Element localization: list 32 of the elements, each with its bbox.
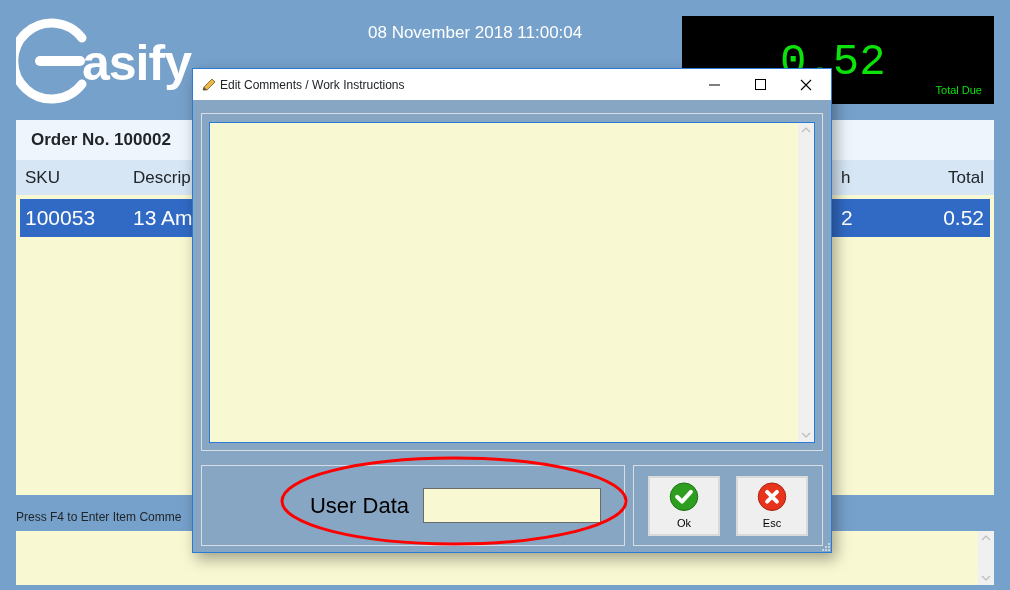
status-text: Press F4 to Enter Item Comme <box>16 509 182 526</box>
scroll-up-icon[interactable] <box>981 535 991 541</box>
minimize-icon <box>708 83 720 86</box>
column-header: SKU <box>24 166 61 189</box>
column-header: Total <box>947 166 985 189</box>
scroll-down-icon[interactable] <box>981 575 991 581</box>
pencil-icon <box>201 77 216 92</box>
logo-text: asify <box>82 38 191 88</box>
date-time: 08 November 2018 11:00:04 <box>368 22 583 44</box>
user-data-label: User Data <box>309 492 409 520</box>
scrollbar[interactable] <box>798 123 814 442</box>
order-title: Order No. 100002 <box>31 129 171 152</box>
table-cell-text: 0.52 <box>942 205 985 232</box>
user-data-field[interactable] <box>423 488 601 523</box>
escape-button[interactable]: Esc <box>736 475 808 536</box>
table-cell-text: 100053 <box>24 205 97 232</box>
maximize-icon <box>754 79 766 90</box>
resize-grip-icon[interactable] <box>822 543 830 551</box>
table-cell-text: 13 Am <box>132 205 194 232</box>
comments-field[interactable] <box>209 122 815 443</box>
scrollbar[interactable] <box>978 531 994 585</box>
table-cell-text: 2 <box>840 205 854 232</box>
scroll-down-icon[interactable] <box>801 432 811 438</box>
cancel-icon <box>757 481 787 511</box>
close-icon <box>800 78 812 91</box>
total-label: Total Due <box>935 82 982 98</box>
scroll-up-icon[interactable] <box>801 127 811 133</box>
check-icon <box>669 481 699 511</box>
dialog-title: Edit Comments / Work Instructions <box>220 76 405 94</box>
column-header: Descrip <box>132 166 192 189</box>
ok-button[interactable]: Ok <box>648 475 720 536</box>
column-header: h <box>840 166 852 189</box>
